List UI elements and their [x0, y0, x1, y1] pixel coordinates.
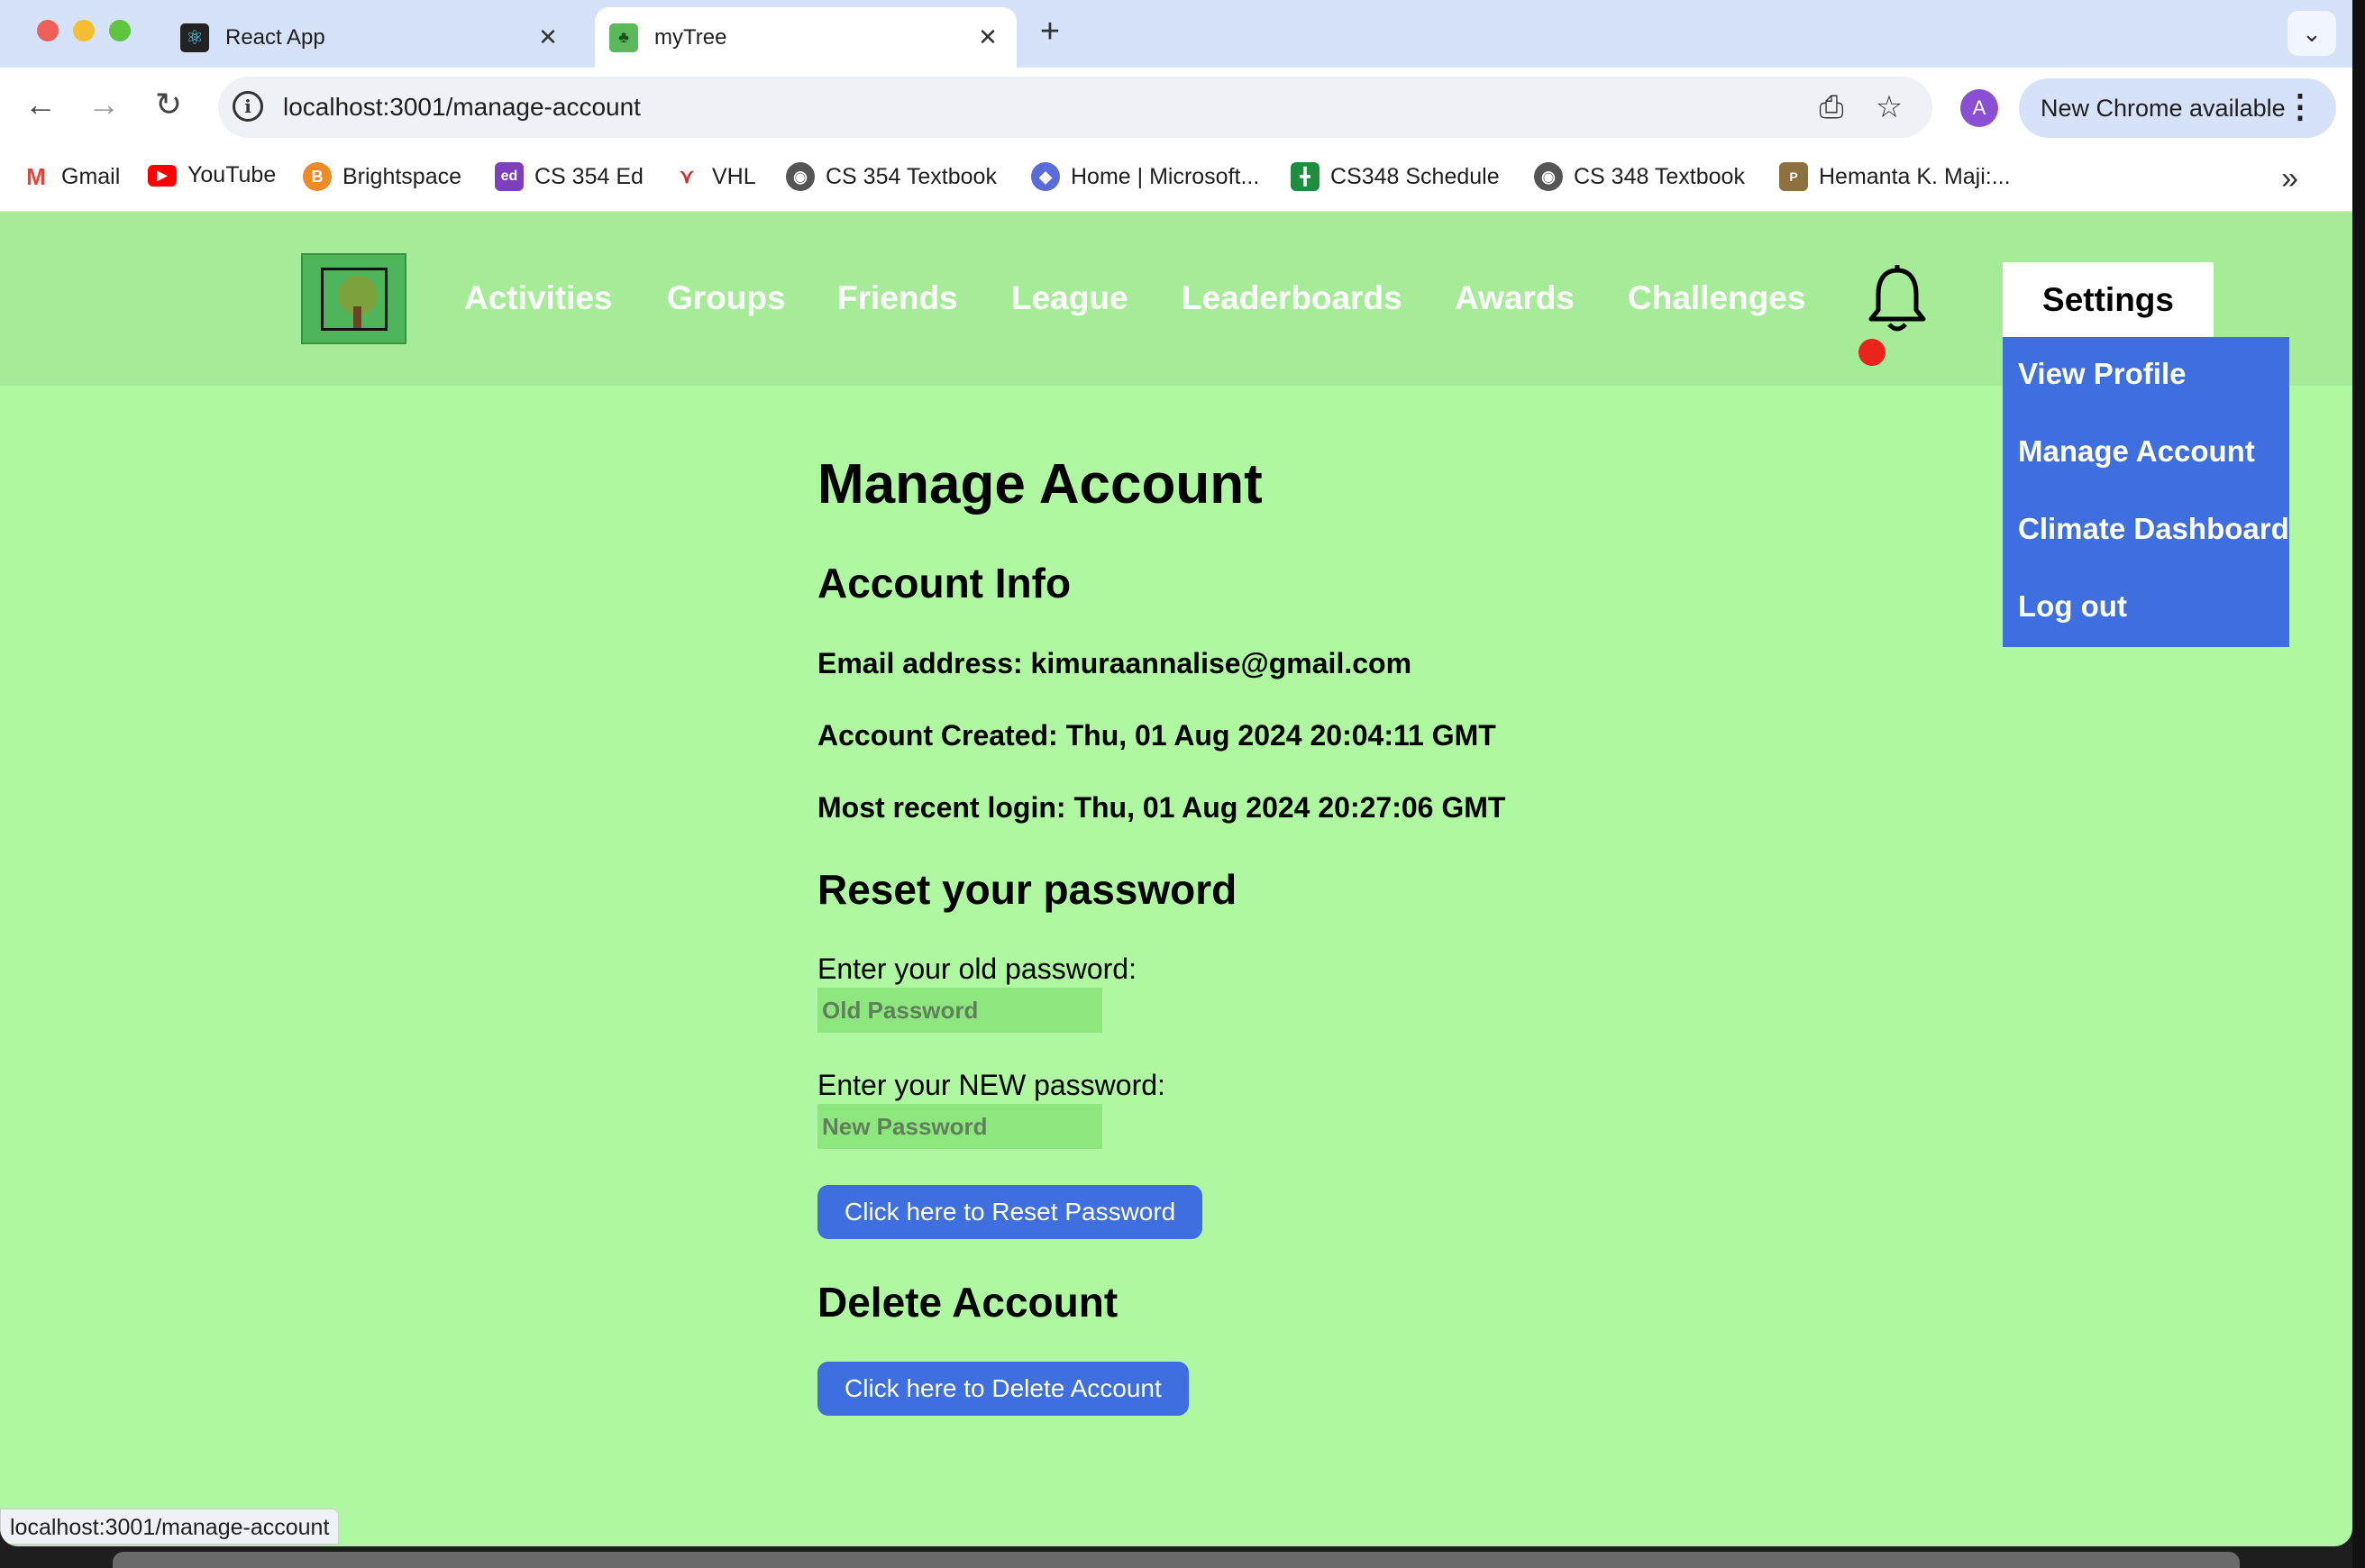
page-title: Manage Account: [817, 453, 1263, 515]
mytree-logo[interactable]: [301, 253, 406, 344]
menu-item-climate-dashboard[interactable]: Climate Dashboard: [2018, 512, 2289, 546]
nav-league[interactable]: League: [1011, 279, 1128, 317]
install-app-icon[interactable]: ⎙: [1813, 89, 1849, 125]
close-icon[interactable]: ✕: [970, 23, 1006, 51]
tab-strip: ⚛ React App ✕ ♣ myTree ✕ + ⌄: [0, 0, 2352, 68]
account-info-heading: Account Info: [817, 560, 1072, 606]
menu-item-manage-account[interactable]: Manage Account: [2018, 434, 2255, 469]
gmail-icon: M: [26, 162, 46, 190]
browser-window: ⚛ React App ✕ ♣ myTree ✕ + ⌄ ← → ↻ i loc…: [0, 0, 2352, 1546]
bookmark-gmail[interactable]: M Gmail: [22, 162, 120, 191]
nav-activities[interactable]: Activities: [464, 279, 613, 317]
bookmark-label: Hemanta K. Maji:...: [1819, 163, 2011, 189]
window-close-button[interactable]: [37, 20, 59, 41]
notification-dot: [1858, 339, 1886, 366]
old-password-label: Enter your old password:: [817, 953, 1137, 985]
sheets-icon: ╋: [1291, 162, 1319, 191]
tab-title: React App: [225, 24, 325, 50]
bookmark-cs354-ed[interactable]: ed CS 354 Ed: [495, 162, 644, 191]
microsoft-icon: ◆: [1031, 162, 1060, 191]
nav-leaderboards[interactable]: Leaderboards: [1182, 279, 1402, 317]
delete-account-button[interactable]: Click here to Delete Account: [817, 1362, 1189, 1416]
globe-icon: ◉: [1534, 162, 1563, 191]
bookmark-label: CS 354 Textbook: [826, 163, 997, 189]
bookmark-cs348-schedule[interactable]: ╋ CS348 Schedule: [1291, 162, 1500, 191]
tree-icon: ♣: [609, 23, 638, 52]
bookmark-cs348-textbook[interactable]: ◉ CS 348 Textbook: [1534, 162, 1745, 191]
menu-item-log-out[interactable]: Log out: [2018, 589, 2127, 624]
arrow-left-icon: ←: [24, 86, 57, 123]
vhl-icon: ⋎: [679, 165, 695, 187]
bookmark-microsoft[interactable]: ◆ Home | Microsoft...: [1031, 162, 1259, 191]
chevron-double-right-icon[interactable]: »: [2281, 161, 2298, 196]
reload-button[interactable]: ↻: [146, 82, 191, 127]
bookmarks-bar: M Gmail ▶ YouTube B Brightspace ed CS 35…: [0, 149, 2352, 212]
bookmark-hemanta-maji[interactable]: P Hemanta K. Maji:...: [1779, 162, 2011, 191]
macos-dock: [113, 1552, 2240, 1568]
tab-mytree[interactable]: ♣ myTree ✕: [595, 7, 1017, 68]
ed-icon: ed: [495, 162, 524, 191]
bell-icon[interactable]: [1866, 265, 1929, 333]
menu-item-view-profile[interactable]: View Profile: [2018, 357, 2186, 391]
brightspace-icon: B: [303, 162, 332, 191]
bookmark-label: YouTube: [187, 162, 277, 187]
url-text[interactable]: localhost:3001/manage-account: [283, 93, 641, 122]
update-chrome-button[interactable]: New Chrome available ⋮: [2019, 78, 2336, 138]
bookmark-label: Home | Microsoft...: [1071, 163, 1260, 189]
new-password-input[interactable]: [817, 1104, 1102, 1149]
tab-search-button[interactable]: ⌄: [2287, 11, 2336, 56]
bookmark-label: Brightspace: [342, 163, 462, 189]
bookmark-youtube[interactable]: ▶ YouTube: [148, 162, 276, 188]
settings-button[interactable]: Settings: [2003, 262, 2214, 338]
bookmark-label: VHL: [712, 163, 756, 189]
nav-groups[interactable]: Groups: [667, 279, 786, 317]
react-icon: ⚛: [180, 23, 209, 52]
most-recent-login: Most recent login: Thu, 01 Aug 2024 20:2…: [817, 791, 1506, 824]
old-password-input[interactable]: [817, 988, 1102, 1033]
reset-password-heading: Reset your password: [817, 866, 1237, 913]
arrow-right-icon: →: [87, 86, 120, 123]
account-created: Account Created: Thu, 01 Aug 2024 20:04:…: [817, 719, 1496, 752]
kebab-menu-icon[interactable]: ⋮: [2284, 87, 2316, 125]
delete-account-heading: Delete Account: [817, 1279, 1119, 1326]
settings-dropdown: View Profile Manage Account Climate Dash…: [2003, 337, 2289, 647]
close-icon[interactable]: ✕: [530, 23, 566, 51]
window-minimize-button[interactable]: [73, 20, 95, 41]
update-label: New Chrome available: [2041, 94, 2286, 122]
tree-logo-icon: [320, 267, 388, 331]
new-tab-button[interactable]: +: [1032, 13, 1068, 51]
reload-icon: ↻: [154, 86, 183, 123]
nav-awards[interactable]: Awards: [1455, 279, 1575, 317]
link-status-bar: localhost:3001/manage-account: [0, 1509, 340, 1545]
back-button[interactable]: ←: [18, 82, 63, 127]
globe-icon: ◉: [786, 162, 815, 191]
forward-button[interactable]: →: [81, 82, 126, 127]
window-maximize-button[interactable]: [109, 20, 131, 41]
tab-title: myTree: [654, 24, 727, 50]
bookmark-label: Gmail: [61, 163, 121, 189]
bookmark-brightspace[interactable]: B Brightspace: [303, 162, 461, 191]
bookmark-cs354-textbook[interactable]: ◉ CS 354 Textbook: [786, 162, 997, 191]
tab-react-app[interactable]: ⚛ React App ✕: [162, 7, 577, 68]
bookmark-label: CS 354 Ed: [534, 163, 644, 189]
nav-friends[interactable]: Friends: [837, 279, 958, 317]
profile-avatar[interactable]: A: [1960, 89, 1998, 127]
nav-challenges[interactable]: Challenges: [1628, 279, 1805, 317]
app-navbar: Activities Groups Friends League Leaderb…: [0, 213, 2352, 386]
new-password-label: Enter your NEW password:: [817, 1069, 1165, 1101]
youtube-icon: ▶: [148, 164, 177, 187]
bookmark-label: CS348 Schedule: [1330, 163, 1500, 189]
desktop-edge: [2352, 0, 2365, 1568]
email-address: Email address: kimuraannalise@gmail.com: [817, 647, 1412, 679]
site-info-icon[interactable]: i: [233, 91, 263, 122]
bookmark-star-icon[interactable]: ☆: [1871, 89, 1907, 125]
reset-password-button[interactable]: Click here to Reset Password: [817, 1185, 1203, 1239]
browser-toolbar: ← → ↻ i localhost:3001/manage-account ⎙ …: [0, 68, 2352, 149]
address-bar[interactable]: i localhost:3001/manage-account ⎙ ☆: [218, 77, 1932, 138]
bookmark-vhl[interactable]: ⋎ VHL: [672, 162, 756, 191]
chevron-down-icon: ⌄: [2302, 19, 2322, 47]
purdue-icon: P: [1779, 162, 1808, 191]
bookmark-label: CS 348 Textbook: [1574, 163, 1745, 189]
